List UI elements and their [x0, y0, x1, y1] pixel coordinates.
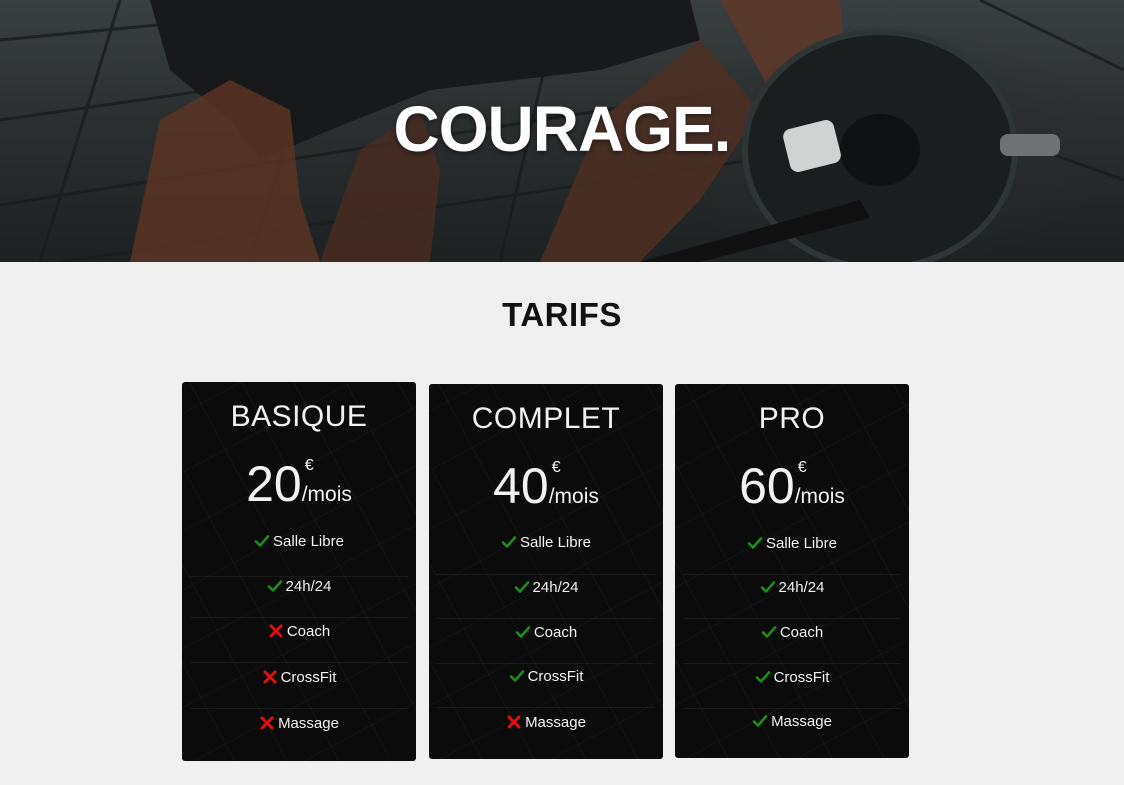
cross-icon [506, 714, 522, 730]
feature-label: Salle Libre [520, 534, 591, 551]
feature-label: Massage [278, 715, 339, 732]
price-suffix: € /mois [794, 459, 845, 509]
cross-icon [262, 669, 278, 685]
feature-item: Massage [182, 714, 416, 734]
feature-item: CrossFit [675, 668, 909, 688]
feature-divider [437, 618, 655, 619]
plan-name: PRO [758, 402, 826, 435]
price-currency: € [304, 457, 314, 474]
check-icon [515, 624, 531, 640]
plan-price: 60 € /mois [675, 458, 909, 514]
feature-divider [190, 662, 408, 663]
price-amount: 60 [739, 458, 795, 514]
feature-label: Coach [286, 623, 331, 640]
feature-label: 24h/24 [285, 578, 332, 595]
check-icon [509, 668, 525, 684]
check-icon [760, 579, 776, 595]
price-suffix: € /mois [301, 457, 352, 507]
feature-item: Coach [182, 622, 416, 642]
feature-divider [683, 663, 901, 664]
feature-label: Massage [525, 714, 586, 731]
feature-divider [683, 618, 901, 619]
plan-card-complet: COMPLET 40 € /mois Salle Libre 24h/24 Coac… [429, 384, 663, 759]
hero-title: COURAGE. [393, 93, 732, 165]
hero-banner: COURAGE. [0, 0, 1124, 262]
plan-card-pro: PRO 60 € /mois Salle Libre 24h/24 Coach Cr… [675, 384, 909, 758]
feature-label: CrossFit [527, 668, 584, 685]
price-currency: € [551, 459, 561, 476]
price-period: /mois [548, 485, 599, 508]
price-amount: 40 [493, 458, 549, 514]
plan-name: COMPLET [471, 402, 621, 435]
feature-label: Salle Libre [273, 533, 344, 550]
cross-icon [259, 715, 275, 731]
feature-divider [437, 574, 655, 575]
price-suffix: € /mois [548, 459, 599, 509]
feature-label: 24h/24 [778, 579, 825, 596]
feature-item: Salle Libre [675, 534, 909, 554]
price-period: /mois [794, 485, 845, 508]
price-currency: € [797, 459, 807, 476]
check-icon [747, 535, 763, 551]
plan-price: 40 € /mois [429, 458, 663, 514]
pricing-title: TARIFS [502, 296, 622, 333]
plan-price: 20 € /mois [182, 456, 416, 512]
feature-divider [683, 708, 901, 709]
check-icon [761, 624, 777, 640]
feature-label: CrossFit [280, 669, 337, 686]
feature-item: Coach [675, 623, 909, 643]
feature-divider [190, 617, 408, 618]
feature-item: 24h/24 [429, 578, 663, 598]
feature-item: Massage [675, 712, 909, 732]
check-icon [501, 534, 517, 550]
price-amount: 20 [246, 456, 302, 512]
feature-item: CrossFit [182, 668, 416, 688]
feature-label: Salle Libre [766, 535, 837, 552]
feature-label: 24h/24 [532, 579, 579, 596]
feature-divider [683, 574, 901, 575]
price-period: /mois [301, 483, 352, 506]
cross-icon [268, 623, 284, 639]
check-icon [254, 533, 270, 549]
plan-card-basique: BASIQUE 20 € /mois Salle Libre 24h/24 Coac… [182, 382, 416, 761]
feature-item: Massage [429, 713, 663, 733]
check-icon [755, 669, 771, 685]
feature-divider [190, 708, 408, 709]
feature-divider [437, 707, 655, 708]
feature-item: 24h/24 [675, 578, 909, 598]
feature-item: Salle Libre [429, 533, 663, 553]
check-icon [514, 579, 530, 595]
feature-item: 24h/24 [182, 577, 416, 597]
check-icon [267, 578, 283, 594]
plan-name: BASIQUE [230, 400, 368, 433]
feature-item: Coach [429, 623, 663, 643]
feature-label: CrossFit [773, 669, 830, 686]
feature-item: Salle Libre [182, 532, 416, 552]
feature-label: Coach [533, 624, 578, 641]
check-icon [752, 713, 768, 729]
feature-divider [437, 663, 655, 664]
feature-label: Coach [779, 624, 824, 641]
feature-item: CrossFit [429, 667, 663, 687]
feature-label: Massage [771, 713, 832, 730]
